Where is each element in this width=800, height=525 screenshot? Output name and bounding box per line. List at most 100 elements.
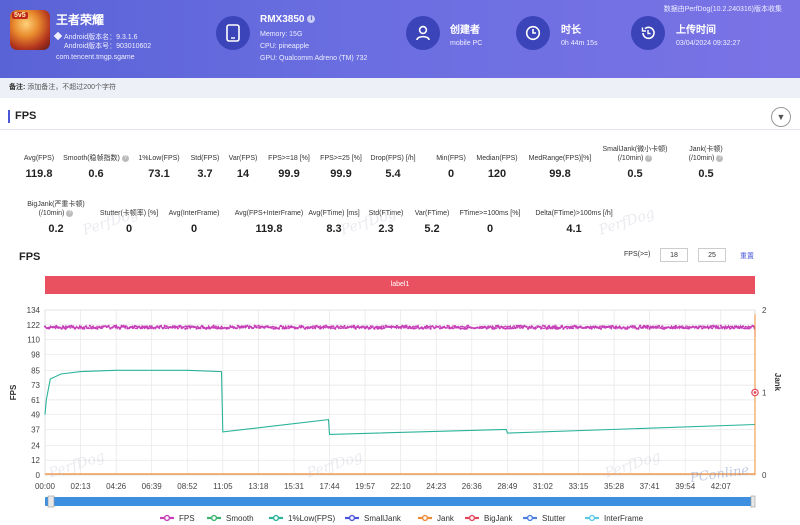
metric-value: 0	[486, 223, 494, 235]
x-tick-label: 28:49	[497, 482, 518, 491]
series-fps-point	[148, 325, 151, 328]
info-icon[interactable]: i	[307, 15, 316, 24]
series-fps-point	[130, 326, 133, 329]
series-fps-point	[242, 325, 245, 328]
series-fps-point	[401, 324, 404, 327]
series-fps-point	[382, 326, 385, 330]
series-fps-point	[693, 326, 696, 329]
series-fps-point	[408, 325, 412, 328]
legend-marker	[163, 514, 171, 522]
y2-axis-title: Jank	[773, 373, 782, 392]
series-fps-point	[300, 324, 303, 327]
series-fps-point	[742, 325, 745, 328]
series-fps-point	[635, 327, 638, 330]
series-fps-point	[45, 327, 49, 330]
series-fps-point	[624, 327, 627, 330]
remark-input[interactable]: 添加备注，不超过200个字符	[27, 84, 116, 91]
series-fps-point	[298, 325, 301, 328]
series-fps-point	[304, 327, 307, 330]
series-fps-point	[197, 326, 200, 330]
series-fps-point	[191, 325, 194, 328]
series-fps-point	[510, 327, 513, 330]
help-icon[interactable]: ?	[716, 154, 724, 162]
series-fps-point	[264, 325, 267, 328]
series-fps-point	[266, 325, 269, 328]
metric-label: Avg(FTime) [ms]	[308, 210, 360, 217]
x-tick-label: 31:02	[533, 482, 554, 491]
series-fps-point	[285, 327, 288, 330]
series-fps-point	[87, 327, 90, 330]
series-fps-point	[629, 325, 633, 328]
series-fps-point	[322, 325, 325, 328]
series-fps-point	[654, 325, 657, 328]
series-fps-point	[719, 324, 722, 327]
help-icon[interactable]: ?	[121, 154, 129, 162]
series-fps-point	[727, 325, 730, 328]
chart-legend: FPS Smooth 1%Low(FPS) SmallJank Jank BigJank S…	[160, 514, 644, 523]
help-icon[interactable]: ?	[645, 154, 653, 162]
series-fps-point	[405, 324, 408, 327]
metric-label: Drop(FPS) [/h]	[370, 155, 416, 162]
series-fps-point	[283, 327, 286, 330]
series-fps-point	[171, 326, 174, 329]
series-fps-point	[476, 326, 479, 329]
series-fps-point	[669, 326, 672, 330]
y2-tick-label: 2	[762, 306, 767, 315]
series-fps-point	[715, 326, 719, 329]
remark-bar[interactable]: 备注: 添加备注，不超过200个字符	[0, 78, 800, 98]
label-band[interactable]: label1	[45, 276, 755, 294]
series-fps-point	[244, 325, 247, 328]
legend-marker	[526, 514, 534, 522]
series-fps-point	[137, 325, 140, 328]
series-fps-point	[115, 324, 118, 327]
metric-value: 0.6	[88, 168, 104, 180]
x-tick-label: 26:36	[462, 482, 483, 491]
series-fps-point	[247, 326, 251, 330]
metric-value: 99.9	[278, 168, 300, 180]
series-fps-point	[729, 327, 732, 330]
x-tick-label: 04:26	[106, 482, 127, 491]
series-fps-point	[745, 327, 749, 330]
series-fps-point	[394, 325, 397, 329]
series-fps-point	[721, 326, 724, 329]
x-tick-label: 35:28	[604, 482, 625, 491]
series-fps-point	[627, 326, 631, 329]
series-fps-point	[702, 326, 706, 329]
x-tick-label: 15:31	[284, 482, 305, 491]
series-fps-point	[423, 325, 427, 328]
chevron-down-icon: ▼	[776, 112, 786, 122]
legend-marker	[272, 514, 280, 522]
series-fps-point	[695, 325, 698, 328]
series-fps-point	[240, 325, 243, 328]
help-icon[interactable]: ?	[66, 209, 74, 217]
series-fps-point	[511, 327, 515, 330]
reset-link[interactable]: 重置	[740, 251, 754, 261]
fps-threshold-low-input[interactable]	[660, 248, 688, 262]
series-fps-point	[644, 326, 648, 329]
metric-min-fps: Min(FPS) 0	[434, 154, 468, 180]
y-tick-label: 61	[31, 396, 40, 405]
series-fps-point	[540, 327, 543, 330]
collapse-button[interactable]: ▼	[771, 107, 791, 127]
metric-big-jank: BigJank(严重卡顿) (/10min)? 0.2	[20, 200, 92, 235]
metric-label: FPS>=18 [%]	[268, 155, 310, 162]
series-fps-point	[88, 324, 91, 327]
series-fps-point	[302, 325, 305, 328]
y-axis-title: FPS	[9, 384, 18, 400]
series-fps-point	[392, 325, 395, 328]
series-fps-point	[747, 327, 750, 330]
series-fps-point	[631, 325, 634, 328]
series-1pct-low-line	[44, 369, 756, 435]
series-fps-point	[444, 326, 447, 329]
device-cpu: CPU: pineapple	[260, 43, 310, 50]
metric-label: Jank(卡顿)	[689, 146, 723, 153]
series-fps-point	[176, 327, 179, 330]
fps-threshold-high-input[interactable]	[698, 248, 726, 262]
series-fps-point	[740, 326, 743, 329]
metric-value: 0	[447, 168, 455, 180]
series-fps-point	[652, 326, 655, 329]
series-fps-point	[483, 325, 486, 328]
series-fps-point	[620, 327, 623, 330]
chart-title: FPS	[19, 251, 41, 263]
duration-label: 时长	[561, 25, 581, 36]
